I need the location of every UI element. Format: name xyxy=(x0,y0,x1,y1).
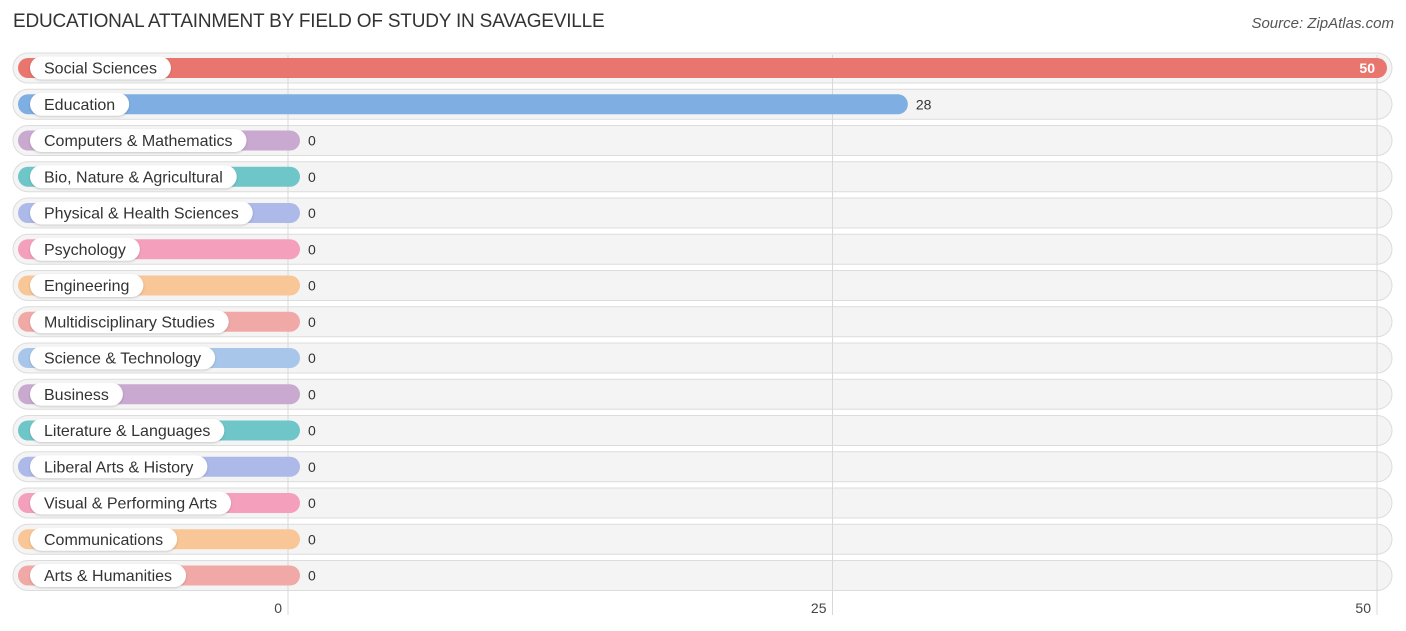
bar-value: 0 xyxy=(308,350,316,366)
x-tick-label: 25 xyxy=(811,600,827,616)
bar-label: Communications xyxy=(44,532,163,549)
bar-label: Science & Technology xyxy=(44,351,201,368)
bar-row: Liberal Arts & History 0 xyxy=(18,455,316,479)
bar-row: Psychology 0 xyxy=(18,237,316,261)
bar-label: Visual & Performing Arts xyxy=(44,496,217,513)
bar-label: Social Sciences xyxy=(44,61,157,78)
bar xyxy=(18,58,1387,78)
bar-row: Computers & Mathematics 0 xyxy=(18,129,316,152)
bar-label: Physical & Health Sciences xyxy=(44,206,239,223)
bar-label: Psychology xyxy=(44,242,126,259)
bar-label: Engineering xyxy=(44,278,129,295)
bar-label: Literature & Languages xyxy=(44,423,210,440)
bar-value: 0 xyxy=(308,205,316,221)
bar-row: Communications 0 xyxy=(18,527,316,551)
bar-value: 0 xyxy=(308,423,316,439)
bar-label: Bio, Nature & Agricultural xyxy=(44,169,223,186)
bar-value: 0 xyxy=(308,531,316,547)
bar-value: 0 xyxy=(308,278,316,294)
bar-label: Computers & Mathematics xyxy=(44,133,233,150)
bar-row: Business 0 xyxy=(18,382,316,406)
bar-row: Literature & Languages 0 xyxy=(18,419,316,442)
bar-row: Physical & Health Sciences 0 xyxy=(18,201,316,225)
bar-row: Engineering 0 xyxy=(18,274,316,297)
bar-row: Visual & Performing Arts 0 xyxy=(18,491,316,515)
bar-value: 0 xyxy=(308,568,316,584)
bar-value: 28 xyxy=(916,96,932,112)
bar-value: 0 xyxy=(308,495,316,511)
bar-label: Multidisciplinary Studies xyxy=(44,314,215,331)
bar-label: Liberal Arts & History xyxy=(44,459,193,476)
bar-row: Social Sciences 50 xyxy=(18,56,1387,80)
bar-value: 0 xyxy=(308,386,316,402)
bar xyxy=(18,94,908,115)
bar-label: Arts & Humanities xyxy=(44,568,172,585)
bar-value: 50 xyxy=(1359,60,1375,76)
bar-value: 0 xyxy=(308,314,316,330)
bar-chart: Social Sciences 50 Education 28 Computers & … xyxy=(12,52,1393,616)
bar-value: 0 xyxy=(308,133,316,149)
x-tick-label: 50 xyxy=(1355,600,1371,616)
bar-value: 0 xyxy=(308,169,316,185)
bar-row: Education 28 xyxy=(18,92,932,116)
bar-row: Science & Technology 0 xyxy=(18,346,316,370)
bar-value: 0 xyxy=(308,459,316,475)
bar-value: 0 xyxy=(308,241,316,257)
bar-row: Arts & Humanities 0 xyxy=(18,564,316,587)
x-tick-label: 0 xyxy=(274,600,282,616)
bar-label: Business xyxy=(44,387,109,404)
bar-label: Education xyxy=(44,97,115,114)
bar-row: Bio, Nature & Agricultural 0 xyxy=(18,165,316,189)
bar-row: Multidisciplinary Studies 0 xyxy=(18,310,316,334)
